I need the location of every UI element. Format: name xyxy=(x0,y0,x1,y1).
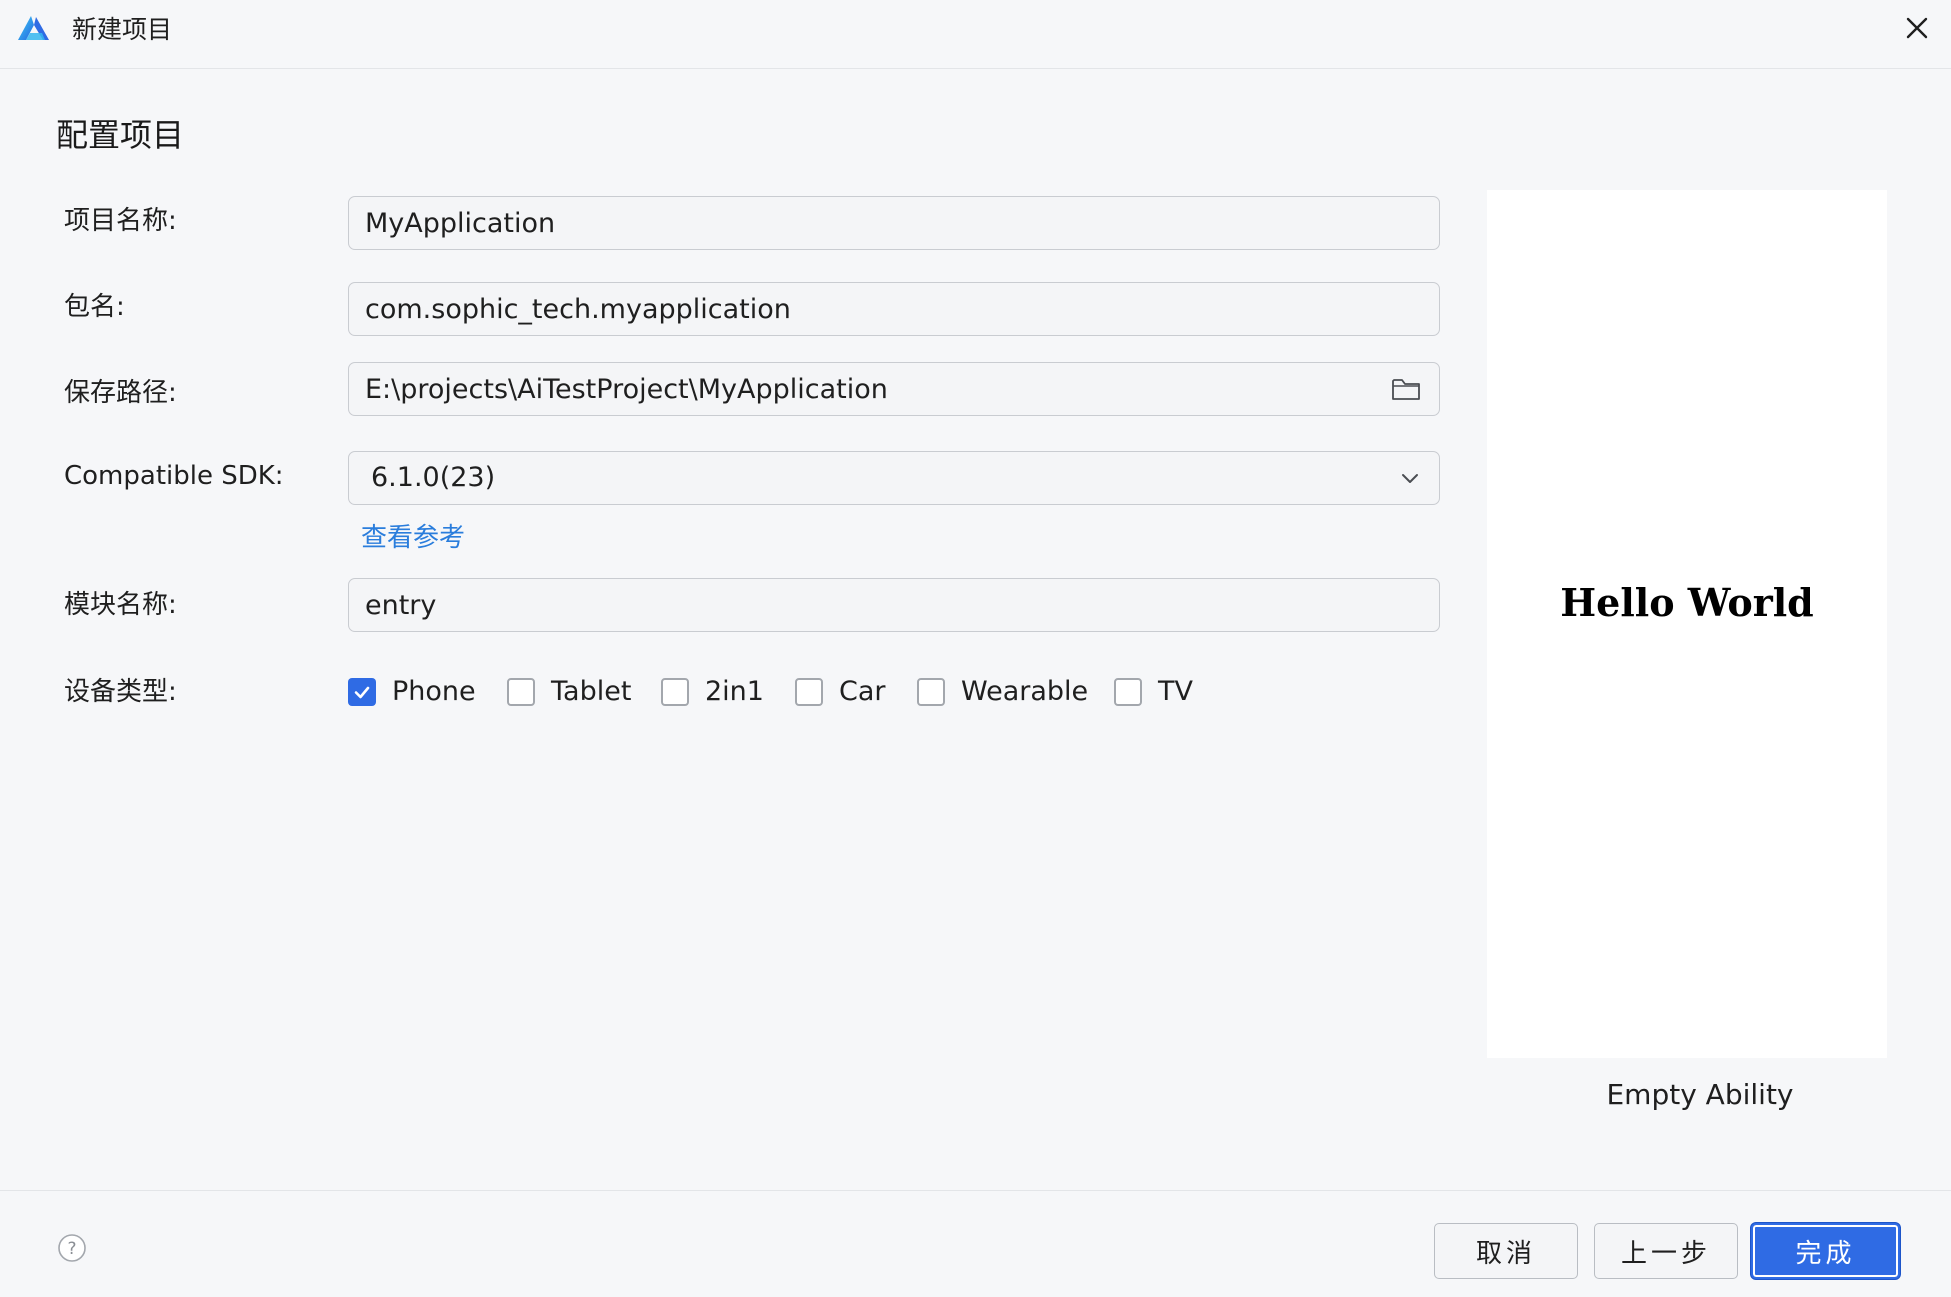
phone-label: Phone xyxy=(392,676,476,707)
module-name-field[interactable] xyxy=(348,578,1440,632)
view-reference-link[interactable]: 查看参考 xyxy=(361,520,465,556)
phone-checkbox[interactable] xyxy=(348,678,376,706)
help-icon[interactable]: ? xyxy=(57,1233,87,1263)
window-title: 新建项目 xyxy=(72,15,173,44)
previous-button[interactable]: 上一步 xyxy=(1594,1223,1738,1279)
svg-text:?: ? xyxy=(67,1239,76,1259)
device-option-tablet[interactable]: Tablet xyxy=(507,674,631,710)
car-label: Car xyxy=(839,676,886,707)
device-option-wearable[interactable]: Wearable xyxy=(917,674,1088,710)
close-icon[interactable] xyxy=(1901,12,1933,44)
module-name-input[interactable] xyxy=(349,579,1439,631)
project-name-label: 项目名称: xyxy=(64,206,177,236)
device-option-phone[interactable]: Phone xyxy=(348,674,476,710)
module-name-label: 模块名称: xyxy=(64,590,177,620)
save-location-field[interactable] xyxy=(348,362,1440,416)
project-name-field[interactable] xyxy=(348,196,1440,250)
checkmark-icon xyxy=(354,686,370,699)
tv-checkbox[interactable] xyxy=(1114,678,1142,706)
tablet-checkbox[interactable] xyxy=(507,678,535,706)
device-type-label: 设备类型: xyxy=(64,677,177,707)
title-bar: 新建项目 xyxy=(0,0,1951,69)
tv-label: TV xyxy=(1158,676,1193,707)
bundle-name-label: 包名: xyxy=(64,292,125,322)
template-preview: Hello World xyxy=(1487,190,1887,1058)
device-option-tv[interactable]: TV xyxy=(1114,674,1193,710)
bundle-name-input[interactable] xyxy=(349,283,1439,335)
car-checkbox[interactable] xyxy=(795,678,823,706)
cancel-button[interactable]: 取消 xyxy=(1434,1223,1578,1279)
compatible-sdk-value: 6.1.0(23) xyxy=(371,462,496,493)
wearable-label: Wearable xyxy=(961,676,1089,707)
tablet-label: Tablet xyxy=(551,676,632,707)
preview-hello-text: Hello World xyxy=(1560,580,1814,625)
deveco-logo-icon xyxy=(18,16,49,40)
chevron-down-icon xyxy=(1402,474,1418,483)
finish-button[interactable]: 完成 xyxy=(1751,1223,1900,1279)
wearable-checkbox[interactable] xyxy=(917,678,945,706)
folder-icon[interactable] xyxy=(1391,376,1421,402)
2in1-label: 2in1 xyxy=(705,676,764,707)
2in1-checkbox[interactable] xyxy=(661,678,689,706)
compatible-sdk-label: Compatible SDK: xyxy=(64,461,284,491)
project-name-input[interactable] xyxy=(349,197,1439,249)
device-option-2in1[interactable]: 2in1 xyxy=(661,674,764,710)
save-location-label: 保存路径: xyxy=(64,378,177,408)
footer-divider xyxy=(0,1190,1951,1191)
template-name: Empty Ability xyxy=(1606,1078,1794,1111)
compatible-sdk-select[interactable]: 6.1.0(23) xyxy=(348,451,1440,505)
bundle-name-field[interactable] xyxy=(348,282,1440,336)
save-location-input[interactable] xyxy=(349,363,1439,415)
device-option-car[interactable]: Car xyxy=(795,674,886,710)
section-title: 配置项目 xyxy=(56,116,185,154)
